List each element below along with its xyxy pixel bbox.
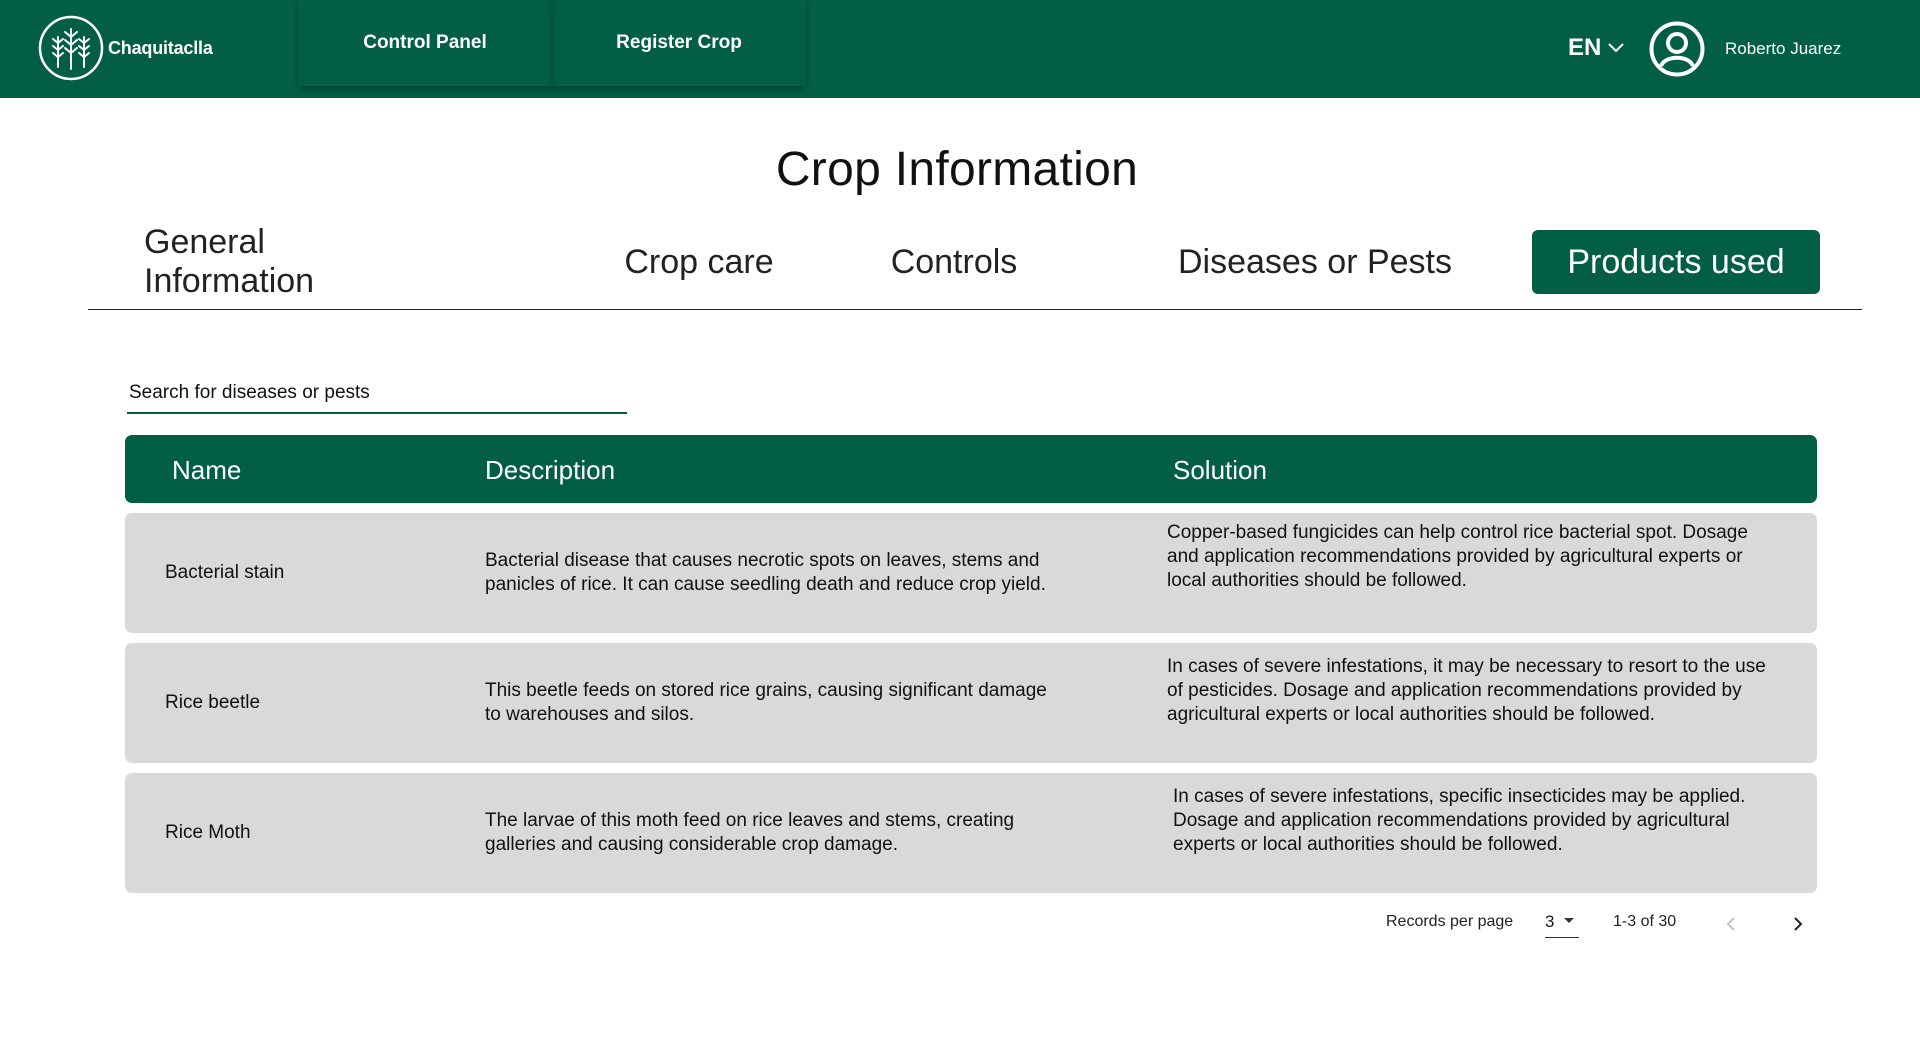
next-page-icon[interactable] — [1785, 912, 1809, 936]
row-description: The larvae of this moth feed on rice lea… — [485, 810, 1015, 855]
brand-name: Chaquitaclla — [108, 37, 213, 58]
top-navigation-bar: Chaquitaclla Control Panel Register Crop… — [0, 0, 1920, 98]
row-name: Rice beetle — [165, 692, 261, 713]
records-per-page-value: 3 — [1545, 912, 1555, 931]
tab-diseases-or-pests[interactable]: Diseases or Pests — [1174, 230, 1456, 294]
tab-products-used[interactable]: Products used — [1532, 230, 1820, 294]
table-row[interactable]: Rice beetle This beetle feeds on stored … — [125, 643, 1817, 763]
nav-control-panel[interactable]: Control Panel — [298, 0, 552, 86]
column-header-solution: Solution — [1173, 455, 1267, 485]
search-field — [127, 374, 627, 414]
tab-controls[interactable]: Controls — [884, 230, 1024, 294]
chevron-down-icon — [1608, 43, 1625, 53]
language-label: EN — [1568, 34, 1602, 61]
row-description: Bacterial disease that causes necrotic s… — [485, 550, 1046, 595]
row-solution: In cases of severe infestations, specifi… — [1173, 786, 1746, 855]
nav-register-crop[interactable]: Register Crop — [552, 0, 806, 86]
user-avatar-icon[interactable] — [1649, 21, 1705, 77]
search-input[interactable] — [127, 374, 627, 412]
tab-general-information[interactable]: General Information — [144, 223, 444, 300]
table-row[interactable]: Bacterial stain Bacterial disease that c… — [125, 513, 1817, 633]
tab-crop-care[interactable]: Crop care — [614, 230, 784, 294]
row-name: Rice Moth — [165, 822, 251, 843]
brand-logo[interactable]: Chaquitaclla — [38, 15, 213, 81]
row-name: Bacterial stain — [165, 562, 285, 583]
row-description: This beetle feeds on stored rice grains,… — [485, 680, 1047, 725]
crop-info-tabs: General Information Crop care Controls D… — [88, 223, 1862, 310]
records-per-page-select[interactable]: 3 — [1545, 910, 1579, 938]
pagination-range: 1-3 of 30 — [1613, 913, 1677, 930]
page-title: Crop Information — [775, 143, 1139, 196]
wheat-logo-icon — [38, 15, 104, 81]
table-row[interactable]: Rice Moth The larvae of this moth feed o… — [125, 773, 1817, 893]
column-header-description: Description — [485, 455, 616, 485]
user-name: Roberto Juarez — [1725, 39, 1842, 58]
row-solution: In cases of severe infestations, it may … — [1167, 656, 1766, 725]
language-selector[interactable]: EN — [1568, 34, 1625, 62]
column-header-name: Name — [172, 455, 242, 485]
dropdown-caret-icon — [1564, 918, 1574, 923]
main-nav: Control Panel Register Crop — [298, 0, 806, 86]
table-header: Name Description Solution — [125, 435, 1817, 503]
records-per-page-label: Records per page — [1386, 913, 1514, 930]
previous-page-icon[interactable] — [1720, 912, 1744, 936]
row-solution: Copper-based fungicides can help control… — [1167, 522, 1748, 591]
